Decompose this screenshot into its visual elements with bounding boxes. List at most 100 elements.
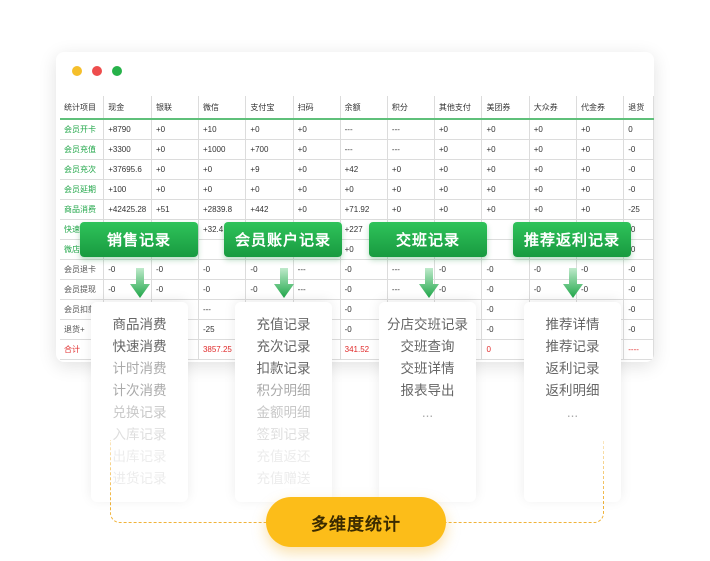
member-account-record-card: 充值记录 充次记录 扣款记录 积分明细 金额明细 签到记录 充值返还 充值赠送 [235,302,332,502]
table-cell: +0 [434,119,483,140]
row-label[interactable]: 会员延期 [60,179,105,200]
list-item[interactable]: 计时消费 [91,358,188,380]
row-label[interactable]: 会员充值 [60,139,105,160]
table-cell: 0 [623,119,654,140]
list-item[interactable]: 充值返还 [235,446,332,468]
window-titlebar [56,52,654,90]
table-cell: +0 [576,159,625,180]
minimize-dot-icon[interactable] [72,66,82,76]
row-label[interactable]: 会员退卡 [60,259,105,280]
referral-rebate-record-button[interactable]: 推荐返利记录 [513,222,631,257]
table-cell: +442 [245,199,294,220]
list-item[interactable]: 快速消费 [91,336,188,358]
table-cell: +0 [293,179,341,200]
row-label[interactable]: 会员充次 [60,159,105,180]
table-cell: --- [340,119,388,140]
table-cell: +0 [293,139,341,160]
row-label[interactable]: 会员开卡 [60,119,105,140]
list-item[interactable]: 金额明细 [235,402,332,424]
table-row: 会员充次 +37695.6 +0 +0 +9 +0 +42 +0 +0 +0 +0 +0 -0 [60,159,654,180]
list-item[interactable]: 返利记录 [524,358,621,380]
table-cell: -25 [623,199,654,220]
table-cell: +0 [340,179,388,200]
table-cell: +0 [576,199,625,220]
table-cell: +51 [151,199,199,220]
column-header: 大众券 [529,96,577,120]
row-label[interactable]: 会员提现 [60,279,105,300]
table-cell: --- [387,139,435,160]
list-item[interactable]: 报表导出 [379,380,476,402]
table-cell: -0 [434,279,483,300]
list-item[interactable]: 计次消费 [91,380,188,402]
list-item[interactable]: 签到记录 [235,424,332,446]
list-item[interactable]: 推荐记录 [524,336,621,358]
list-item[interactable]: 兑换记录 [91,402,188,424]
table-cell: -0 [481,279,530,300]
sales-record-button[interactable]: 销售记录 [80,222,198,257]
table-cell: +0 [576,119,625,140]
list-item[interactable]: 出库记录 [91,446,188,468]
table-cell: +0 [434,199,483,220]
list-item[interactable]: 推荐详情 [524,314,621,336]
list-item[interactable]: 扣款记录 [235,358,332,380]
table-cell: +0 [481,139,530,160]
table-cell: --- [387,119,435,140]
list-item: ... [566,405,579,420]
list-item[interactable]: 商品消费 [91,314,188,336]
table-cell: +0 [293,199,341,220]
maximize-dot-icon[interactable] [112,66,122,76]
table-cell: +0 [481,159,530,180]
table-cell: +0 [529,139,577,160]
table-cell: --- [340,139,388,160]
row-label[interactable]: 商品消费 [60,199,105,220]
table-cell: +0 [481,119,530,140]
table-cell: +1000 [198,139,247,160]
column-header: 积分 [387,96,435,120]
list-item[interactable]: 积分明细 [235,380,332,402]
list-item[interactable]: 交班查询 [379,336,476,358]
column-header: 微信 [198,96,247,120]
table-cell: -0 [340,279,388,300]
list-item[interactable]: 交班详情 [379,358,476,380]
table-cell: +0 [434,139,483,160]
referral-rebate-record-card: 推荐详情 推荐记录 返利记录 返利明细 ... [524,302,621,502]
column-header: 余额 [340,96,388,120]
table-cell: +8790 [103,119,152,140]
table-cell: +0 [151,159,199,180]
table-cell: +0 [529,159,577,180]
table-cell: -0 [434,259,483,280]
table-cell: +700 [245,139,294,160]
shift-record-button[interactable]: 交班记录 [369,222,487,257]
close-dot-icon[interactable] [92,66,102,76]
column-header: 银联 [151,96,199,120]
table-cell: -0 [623,159,654,180]
multi-dimension-statistics-badge[interactable]: 多维度统计 [266,497,446,547]
list-item[interactable]: 充值赠送 [235,468,332,490]
table-row: 会员充值 +3300 +0 +1000 +700 +0 --- --- +0 +0 +0 +0 -0 [60,139,654,160]
table-cell: +100 [103,179,152,200]
table-cell: -0 [623,319,654,340]
list-item[interactable]: 充次记录 [235,336,332,358]
table-cell: +37695.6 [103,159,152,180]
table-cell: +71.92 [340,199,388,220]
list-item: ... [421,405,434,420]
table-cell: +0 [481,199,530,220]
list-item[interactable]: 充值记录 [235,314,332,336]
table-cell: -0 [340,259,388,280]
table-row: 商品消费 +42425.28 +51 +2839.8 +442 +0 +71.92 +0 +0 +… [60,199,654,220]
table-cell: --- [293,259,341,280]
list-item[interactable]: 分店交班记录 [379,314,476,336]
column-header: 扫码 [293,96,341,120]
table-cell: -0 [623,279,654,300]
table-cell: -0 [623,259,654,280]
table-cell: +42425.28 [103,199,152,220]
table-cell: +9 [245,159,294,180]
table-cell: +0 [245,179,294,200]
table-cell: -0 [623,299,654,320]
list-item[interactable]: 返利明细 [524,380,621,402]
list-item[interactable]: 进货记录 [91,468,188,490]
list-item[interactable]: 入库记录 [91,424,188,446]
member-account-record-button[interactable]: 会员账户记录 [224,222,342,257]
table-cell: +0 [198,159,247,180]
table-cell: +0 [293,119,341,140]
